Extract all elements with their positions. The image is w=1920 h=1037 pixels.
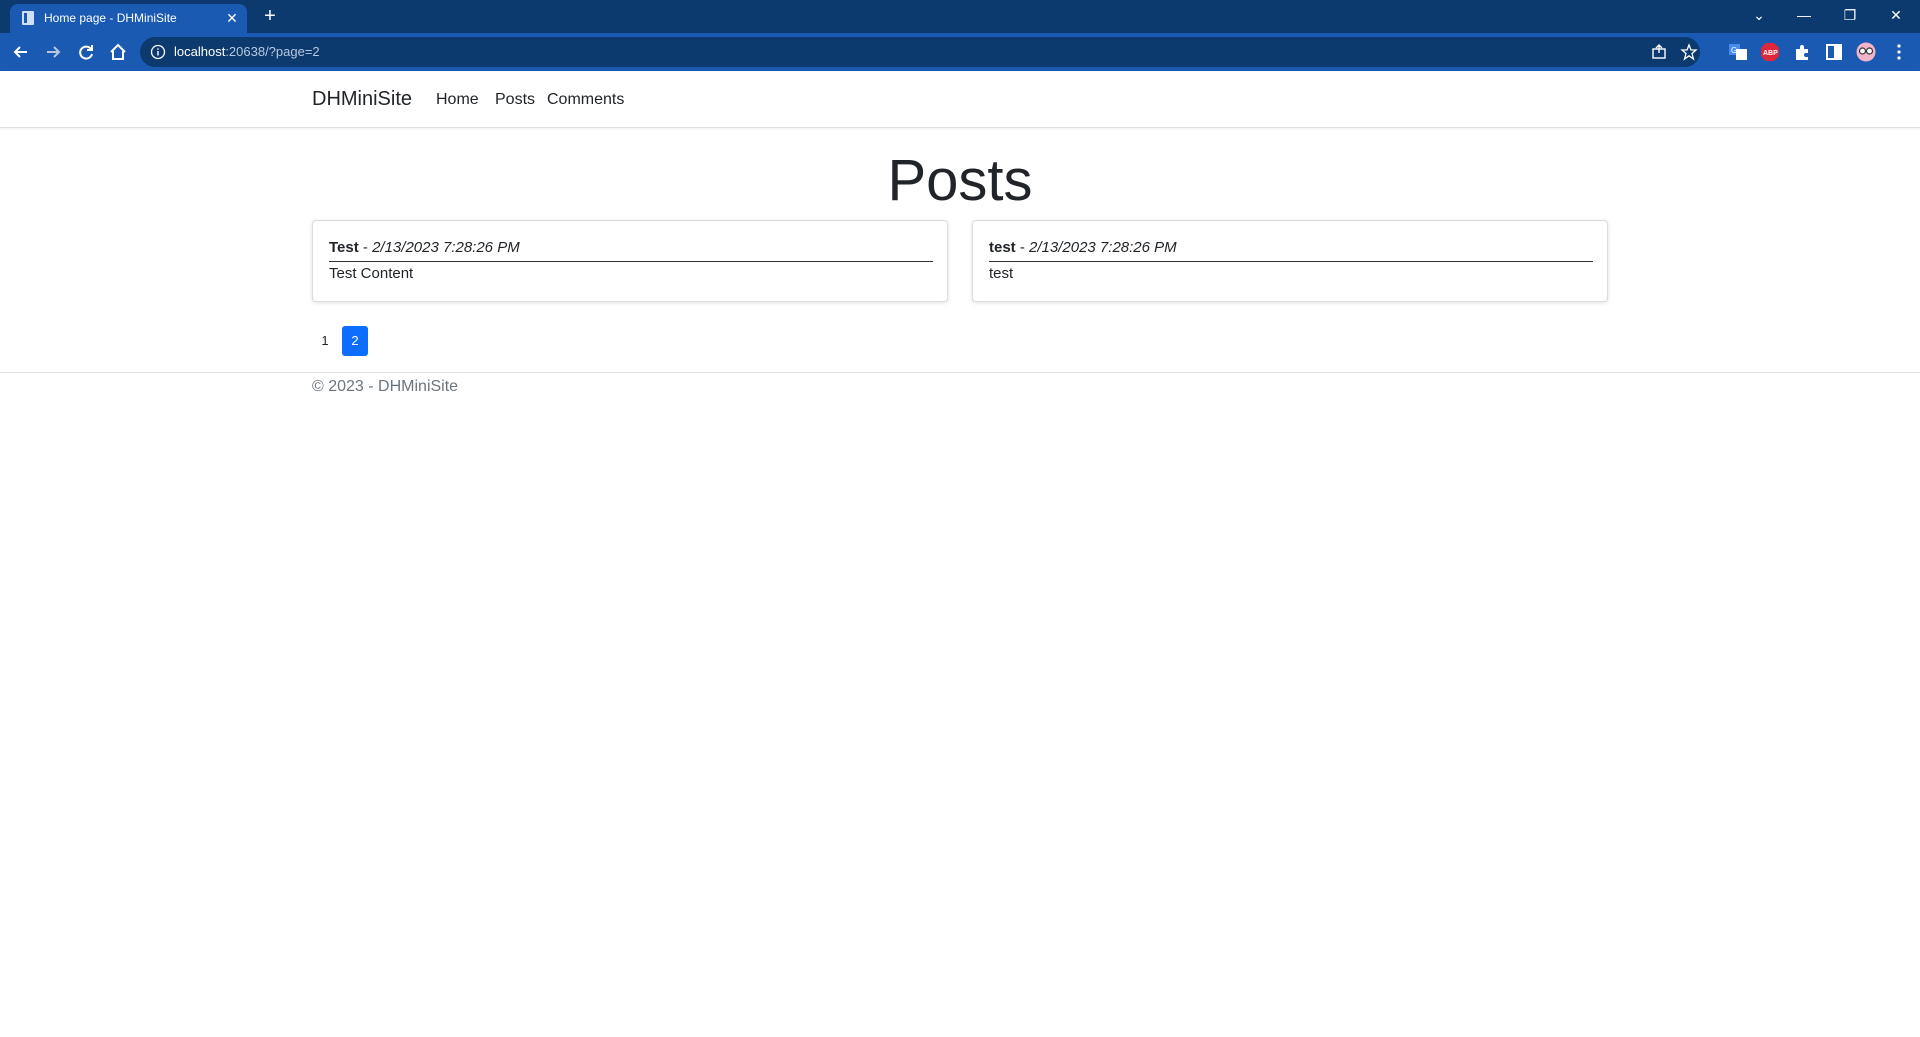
new-tab-button[interactable]: + [259, 5, 281, 27]
nav-link-comments[interactable]: Comments [547, 91, 624, 109]
minimize-button[interactable]: — [1790, 4, 1818, 26]
home-icon [110, 43, 126, 60]
post-title: Test [329, 239, 359, 256]
home-button[interactable] [107, 41, 129, 63]
browser-menu-icon[interactable] [1888, 41, 1910, 63]
url-path: :20638/?page=2 [225, 44, 320, 59]
back-button[interactable] [10, 41, 32, 63]
browser-tab[interactable]: Home page - DHMiniSite ✕ [10, 4, 247, 33]
page-link-2-active[interactable]: 2 [342, 326, 368, 356]
post-date: 2/13/2023 7:28:26 PM [1029, 239, 1177, 256]
post-separator: - [1015, 239, 1030, 256]
translate-extension-icon[interactable]: G [1728, 42, 1748, 62]
web-page: DHMiniSite Home Posts Comments Posts Tes… [0, 71, 1920, 1037]
share-icon[interactable] [1650, 43, 1668, 61]
svg-text:ABP: ABP [1763, 50, 1778, 57]
back-arrow-icon [13, 46, 27, 58]
forward-button[interactable] [42, 41, 64, 63]
post-card: Test - 2/13/2023 7:28:26 PM Test Content [312, 220, 948, 302]
restore-button[interactable]: ❐ [1836, 4, 1864, 26]
tab-search-chevron-icon[interactable]: ⌄ [1745, 4, 1773, 26]
footer-copyright: © 2023 - DHMiniSite [312, 378, 459, 395]
post-header: Test - 2/13/2023 7:28:26 PM [329, 239, 933, 262]
footer-divider [0, 372, 1920, 373]
kebab-menu-icon [1897, 44, 1901, 60]
side-panel-icon[interactable] [1824, 42, 1844, 62]
tab-close-icon[interactable]: ✕ [225, 11, 239, 25]
forward-arrow-icon [47, 46, 61, 58]
page-title: Posts [887, 148, 1033, 213]
browser-toolbar: localhost:20638/?page=2 G ABP [0, 33, 1920, 71]
nav-link-posts[interactable]: Posts [495, 91, 535, 109]
adblock-extension-icon[interactable]: ABP [1760, 42, 1780, 62]
post-card: test - 2/13/2023 7:28:26 PM test [972, 220, 1608, 302]
address-bar[interactable]: localhost:20638/?page=2 [140, 37, 1700, 67]
site-info-icon[interactable] [150, 44, 166, 60]
pagination: 1 2 [312, 326, 372, 356]
window-close-button[interactable]: ✕ [1882, 4, 1910, 26]
post-content: test [989, 265, 1014, 282]
page-link-1[interactable]: 1 [312, 326, 338, 356]
url-text: localhost:20638/?page=2 [174, 44, 320, 59]
post-title: test [989, 239, 1016, 256]
post-date: 2/13/2023 7:28:26 PM [372, 239, 520, 256]
url-host: localhost [174, 44, 226, 59]
site-brand-link[interactable]: DHMiniSite [312, 88, 412, 111]
page-favicon-icon [22, 11, 34, 25]
reload-button[interactable] [75, 41, 97, 63]
profile-avatar-icon[interactable] [1856, 42, 1876, 62]
svg-text:G: G [1731, 46, 1737, 55]
tab-title: Home page - DHMiniSite [44, 11, 177, 25]
post-separator: - [358, 239, 373, 256]
nav-link-home[interactable]: Home [436, 91, 479, 109]
site-navbar: DHMiniSite Home Posts Comments [0, 71, 1920, 128]
reload-icon [79, 45, 93, 60]
post-header: test - 2/13/2023 7:28:26 PM [989, 239, 1593, 262]
post-content: Test Content [329, 265, 414, 282]
bookmark-star-icon[interactable] [1680, 43, 1698, 61]
browser-tab-strip: Home page - DHMiniSite ✕ + ⌄ — ❐ ✕ [0, 0, 1920, 33]
extensions-puzzle-icon[interactable] [1792, 42, 1812, 62]
